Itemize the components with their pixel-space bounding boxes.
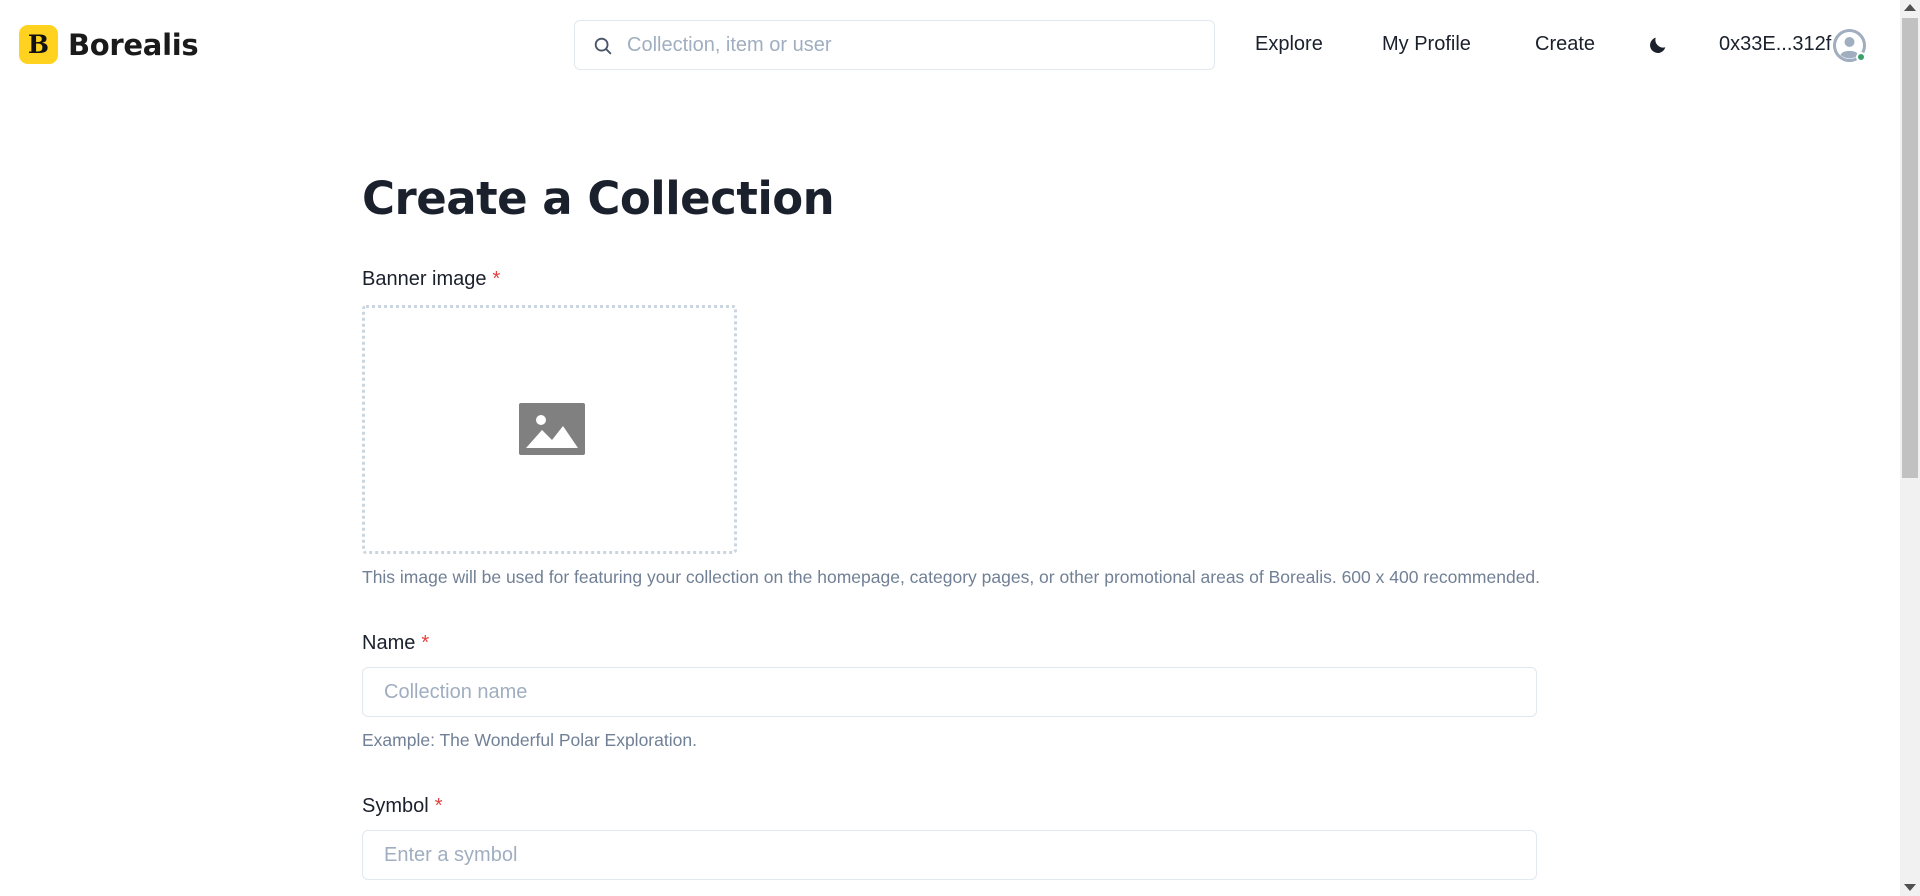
online-status-dot (1856, 52, 1866, 62)
search-bar (574, 20, 1215, 70)
nav-explore[interactable]: Explore (1255, 33, 1323, 56)
scrollbar-thumb[interactable] (1902, 18, 1918, 478)
logo-mark: B (19, 25, 58, 64)
collection-name-input[interactable] (362, 667, 1537, 717)
symbol-input[interactable] (362, 830, 1537, 880)
required-asterisk: * (492, 268, 501, 290)
logo-text: Borealis (68, 27, 199, 62)
name-help-text: Example: The Wonderful Polar Exploration… (362, 730, 697, 750)
search-icon (594, 37, 612, 55)
required-asterisk: * (421, 632, 430, 654)
required-asterisk: * (434, 795, 443, 817)
symbol-label-text: Symbol (362, 795, 429, 817)
scroll-down-arrow-icon[interactable] (1904, 884, 1916, 891)
symbol-label: Symbol * (362, 795, 443, 818)
page-title: Create a Collection (362, 172, 835, 225)
banner-image-label-text: Banner image (362, 268, 487, 290)
wallet-address[interactable]: 0x33E...312f (1719, 33, 1831, 56)
name-label: Name * (362, 632, 429, 655)
scroll-up-arrow-icon[interactable] (1904, 4, 1916, 11)
logo-link[interactable]: B Borealis (19, 25, 199, 64)
nav-my-profile[interactable]: My Profile (1382, 33, 1471, 56)
moon-icon[interactable] (1647, 34, 1669, 56)
top-header: B Borealis Explore My Profile Create 0x3… (0, 0, 1900, 92)
image-placeholder-icon (519, 403, 585, 455)
nav-create[interactable]: Create (1535, 33, 1595, 56)
name-label-text: Name (362, 632, 416, 654)
search-input[interactable] (575, 21, 1214, 69)
banner-help-text: This image will be used for featuring yo… (362, 567, 1541, 587)
banner-image-label: Banner image * (362, 268, 500, 291)
banner-image-dropzone[interactable] (362, 305, 737, 554)
